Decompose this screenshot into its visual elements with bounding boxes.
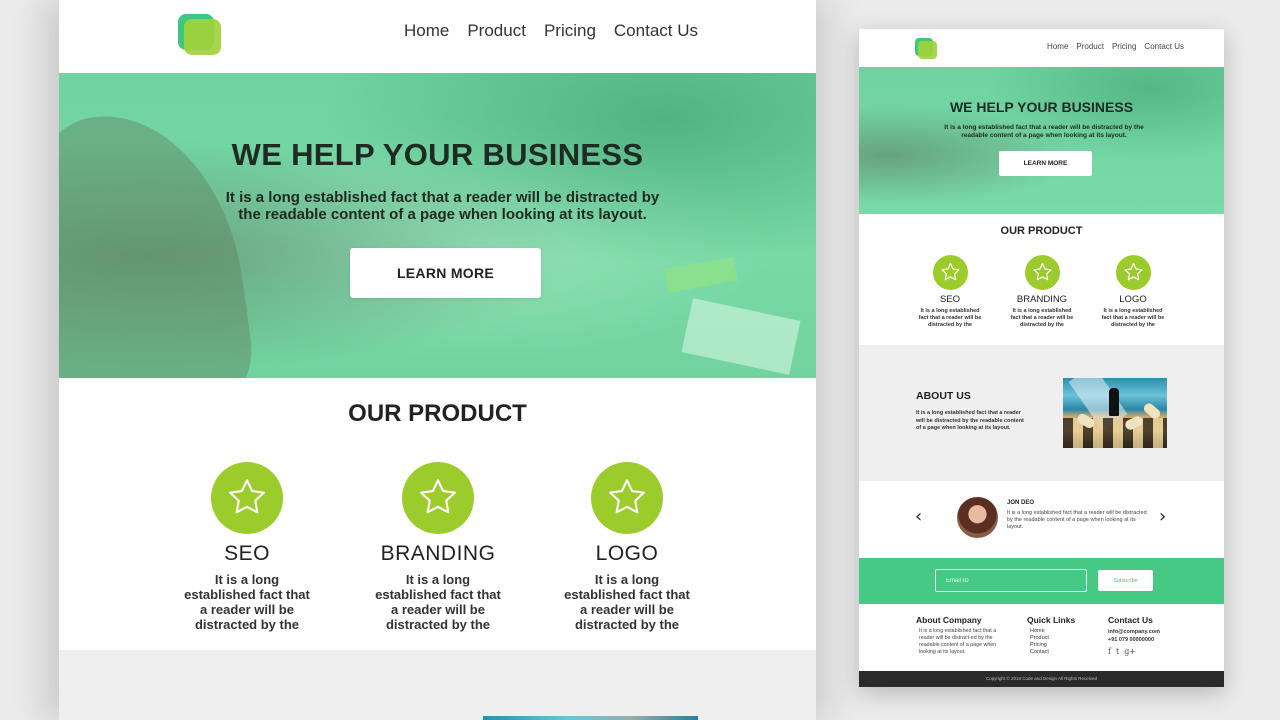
star-icon bbox=[402, 462, 474, 534]
product-card-logo[interactable]: LOGO It is a long established fact that … bbox=[547, 462, 707, 632]
product-description: It is a long established fact that a rea… bbox=[564, 572, 690, 632]
desktop-preview: Home Product Pricing Contact Us WE HELP … bbox=[59, 0, 816, 720]
star-icon bbox=[211, 462, 283, 534]
nav-home[interactable]: Home bbox=[1047, 42, 1068, 51]
google-plus-icon[interactable]: g+ bbox=[1124, 647, 1136, 656]
product-name: SEO bbox=[939, 294, 961, 305]
learn-more-button[interactable]: LEARN MORE bbox=[350, 248, 541, 298]
testimonial-name: JON DEO bbox=[1007, 500, 1035, 506]
product-description: It is a long established fact that a rea… bbox=[1010, 308, 1074, 328]
product-card-branding[interactable]: BRANDING It is a long established fact t… bbox=[1002, 255, 1082, 329]
chevron-left-icon[interactable]: ‹ bbox=[915, 506, 922, 527]
site-header: Home Product Pricing Contact Us bbox=[59, 0, 816, 73]
copyright-bar: Copyright © 2018 Code and Design All Rig… bbox=[859, 671, 1224, 687]
nav-product[interactable]: Product bbox=[467, 21, 526, 41]
about-text: It is a long established fact that a rea… bbox=[916, 410, 1024, 431]
footer-contact: Contact Us info@company.com +91 079 0000… bbox=[1108, 615, 1160, 656]
logo-icon[interactable] bbox=[178, 14, 221, 55]
twitter-icon[interactable]: t bbox=[1116, 647, 1119, 656]
product-description: It is a long established fact that a rea… bbox=[1101, 308, 1165, 328]
site-footer: About Company It is a long established f… bbox=[859, 604, 1224, 671]
nav-contact-us[interactable]: Contact Us bbox=[614, 21, 698, 41]
about-section bbox=[59, 650, 816, 720]
hero-background-detail bbox=[681, 298, 801, 375]
nav-contact-us[interactable]: Contact Us bbox=[1144, 42, 1184, 51]
product-description: It is a long established fact that a rea… bbox=[184, 572, 310, 632]
contact-email[interactable]: info@company.com bbox=[1108, 628, 1160, 636]
product-card-seo[interactable]: SEO It is a long established fact that a… bbox=[167, 462, 327, 632]
nav-pricing[interactable]: Pricing bbox=[544, 21, 596, 41]
footer-contact-title: Contact Us bbox=[1108, 615, 1153, 625]
products-title: OUR PRODUCT bbox=[348, 400, 527, 427]
logo-icon[interactable] bbox=[915, 38, 937, 59]
avatar bbox=[957, 497, 998, 538]
star-icon bbox=[1115, 255, 1151, 290]
contact-phone: +91 079 00000000 bbox=[1108, 637, 1155, 643]
product-card-seo[interactable]: SEO It is a long established fact that a… bbox=[910, 255, 990, 329]
nav-product[interactable]: Product bbox=[1076, 42, 1104, 51]
hero-background-detail bbox=[664, 257, 738, 293]
nav-home[interactable]: Home bbox=[404, 21, 449, 41]
subscribe-section: Subscribe bbox=[859, 558, 1224, 604]
hero-title: WE HELP YOUR BUSINESS bbox=[231, 137, 644, 172]
footer-quick-links: Quick Links Home Product Pricing Contact bbox=[1027, 615, 1075, 656]
about-section: ABOUT US It is a long established fact t… bbox=[859, 345, 1224, 481]
learn-more-button[interactable]: LEARN MORE bbox=[999, 151, 1092, 176]
star-icon bbox=[591, 462, 663, 534]
main-nav: Home Product Pricing Contact Us bbox=[404, 21, 698, 41]
email-input[interactable] bbox=[935, 569, 1087, 592]
hero-title: WE HELP YOUR BUSINESS bbox=[949, 99, 1134, 115]
product-name: SEO bbox=[224, 542, 270, 565]
logo-square-front bbox=[918, 41, 937, 59]
testimonial-section: ‹ JON DEO It is a long established fact … bbox=[859, 481, 1224, 558]
footer-about: About Company It is a long established f… bbox=[916, 615, 1006, 656]
star-icon bbox=[932, 255, 968, 290]
product-description: It is a long established fact that a rea… bbox=[918, 308, 982, 328]
product-name: BRANDING bbox=[380, 542, 496, 565]
footer-link-contact[interactable]: Contact bbox=[1027, 649, 1075, 656]
logo-square-front bbox=[184, 19, 221, 55]
testimonial-quote: It is a long established fact that a rea… bbox=[1007, 510, 1147, 530]
footer-link-home[interactable]: Home bbox=[1027, 628, 1075, 635]
product-name: LOGO bbox=[595, 542, 659, 565]
facebook-icon[interactable]: f bbox=[1108, 647, 1111, 656]
product-name: LOGO bbox=[1119, 294, 1147, 305]
chevron-right-icon[interactable]: › bbox=[1159, 506, 1166, 527]
star-icon bbox=[1024, 255, 1060, 290]
product-card-logo[interactable]: LOGO It is a long established fact that … bbox=[1093, 255, 1173, 329]
footer-about-title: About Company bbox=[916, 615, 982, 625]
site-header: Home Product Pricing Contact Us bbox=[859, 29, 1224, 67]
products-title: OUR PRODUCT bbox=[1000, 225, 1083, 237]
nav-pricing[interactable]: Pricing bbox=[1112, 42, 1136, 51]
footer-link-product[interactable]: Product bbox=[1027, 635, 1075, 642]
subscribe-button[interactable]: Subscribe bbox=[1098, 570, 1153, 591]
product-name: BRANDING bbox=[1016, 294, 1068, 305]
footer-links-title: Quick Links bbox=[1027, 615, 1076, 625]
image-detail bbox=[1109, 388, 1119, 416]
social-links: f t g+ bbox=[1108, 647, 1160, 656]
about-image bbox=[1063, 378, 1167, 448]
hero-subtitle: It is a long established fact that a rea… bbox=[225, 189, 660, 223]
full-page-preview: Home Product Pricing Contact Us WE HELP … bbox=[859, 29, 1224, 687]
footer-about-text: It is a long established fact that a rea… bbox=[919, 628, 997, 655]
product-card-branding[interactable]: BRANDING It is a long established fact t… bbox=[358, 462, 518, 632]
product-description: It is a long established fact that a rea… bbox=[375, 572, 501, 632]
hero-subtitle: It is a long established fact that a rea… bbox=[944, 124, 1144, 139]
about-title: ABOUT US bbox=[916, 390, 971, 402]
footer-link-pricing[interactable]: Pricing bbox=[1027, 642, 1075, 649]
hero-section: WE HELP YOUR BUSINESS It is a long estab… bbox=[859, 67, 1224, 214]
about-image bbox=[483, 716, 698, 720]
main-nav: Home Product Pricing Contact Us bbox=[1047, 42, 1184, 51]
hero-section: WE HELP YOUR BUSINESS It is a long estab… bbox=[59, 73, 816, 378]
